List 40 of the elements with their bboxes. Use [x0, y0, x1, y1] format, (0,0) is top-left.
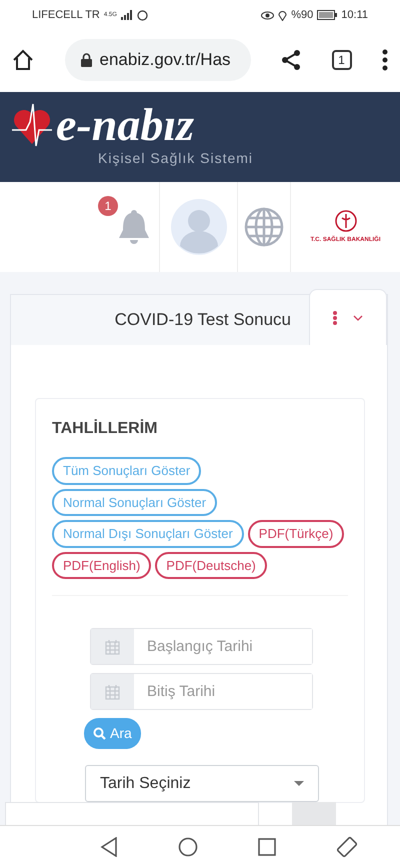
url-text: enabiz.gov.tr/Has: [100, 49, 231, 72]
battery-icon: [317, 10, 338, 20]
date-select[interactable]: Tarih Seçiniz: [85, 765, 319, 802]
address-bar[interactable]: enabiz.gov.tr/Has: [64, 39, 250, 81]
emblem-icon: [334, 210, 356, 232]
tagline: Kişisel Sağlık Sistemi: [98, 149, 254, 168]
back-icon[interactable]: [100, 837, 118, 857]
filter-button[interactable]: Tüm Sonuçları Göster: [52, 457, 202, 485]
share-icon[interactable]: [281, 49, 301, 71]
pdf-button[interactable]: PDF(Deutsche): [155, 552, 267, 580]
heart-logo-icon: [12, 102, 52, 148]
date-field[interactable]: Başlangıç Tarihi: [90, 628, 313, 666]
home-icon[interactable]: [12, 49, 34, 71]
card-title: COVID-19 Test Sonucu: [114, 309, 292, 332]
tab-count[interactable]: 1: [332, 50, 352, 70]
home-icon[interactable]: [178, 837, 198, 857]
filter-button[interactable]: Normal Sonuçları Göster: [52, 488, 218, 516]
carrier-name: LIFECELL TR: [32, 8, 100, 23]
more-icon[interactable]: [382, 49, 388, 71]
search-button[interactable]: Ara: [84, 718, 141, 750]
filter-button[interactable]: Normal Dışı Sonuçları Göster: [52, 520, 244, 548]
notification-badge: 1: [98, 196, 118, 216]
section-heading: TAHLİLLERİM: [52, 418, 158, 439]
battery-percent: %90: [291, 8, 314, 23]
logo-text: e-nabız: [56, 102, 194, 148]
calendar-icon: [105, 638, 120, 655]
pdf-button[interactable]: PDF(English): [52, 552, 152, 580]
date-field[interactable]: Bitiş Tarihi: [90, 673, 313, 710]
calendar-icon: [105, 684, 120, 700]
search-icon: [93, 727, 106, 740]
signal-icon: [120, 10, 133, 20]
caret-icon: [294, 781, 304, 786]
recents-icon[interactable]: [258, 838, 276, 856]
lock-icon: [80, 53, 92, 67]
pdf-button[interactable]: PDF(Türkçe): [248, 520, 344, 548]
clock-time: 10:11: [341, 8, 368, 23]
eye-icon: [261, 10, 274, 20]
location-icon: [278, 10, 288, 20]
chevron-down-icon[interactable]: [353, 314, 363, 320]
rotate-icon[interactable]: [336, 836, 358, 858]
